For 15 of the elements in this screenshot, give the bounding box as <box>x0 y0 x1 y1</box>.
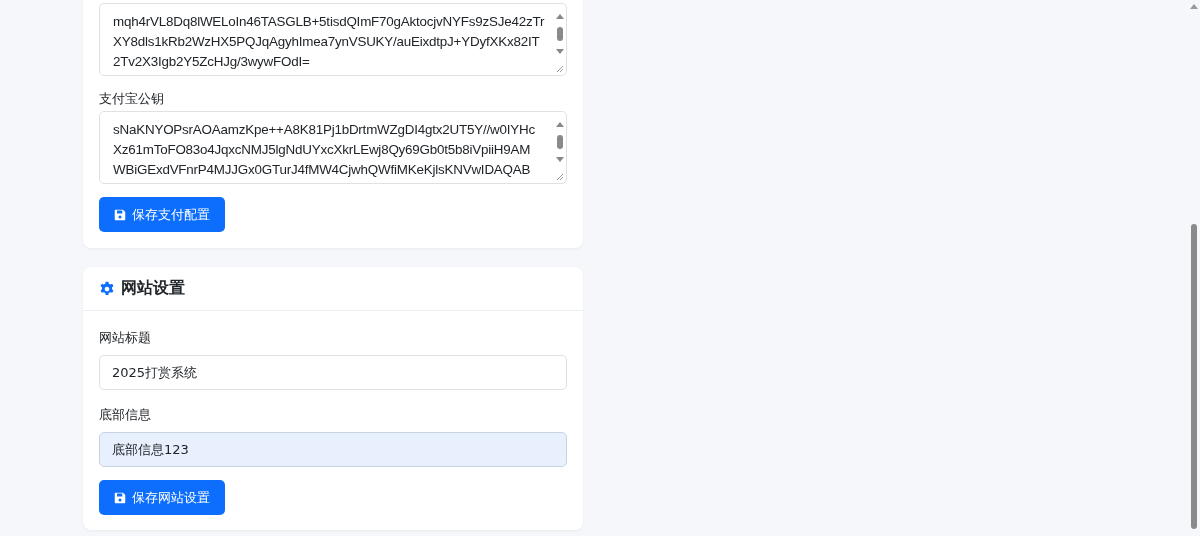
text-field[interactable]: 底部信息123 <box>99 432 567 467</box>
field-label: 网站标题 <box>99 329 151 347</box>
scrollbar-icon <box>556 14 564 54</box>
scrollbar-icon <box>556 122 564 162</box>
field-label: 底部信息 <box>99 406 151 424</box>
card-title: 网站设置 <box>121 278 185 299</box>
save-button[interactable]: 保存支付配置 <box>99 197 225 232</box>
save-button[interactable]: 保存网站设置 <box>99 480 225 515</box>
text-field[interactable]: 2025打赏系统 <box>99 355 567 390</box>
resize-grip-icon[interactable] <box>556 65 564 73</box>
textarea-field[interactable]: mqh4rVL8Dq8lWELoIn46TASGLB+5tisdQImF70gAktocjvNYFs9zSJe42zTr XY8dls1kRb2WzHX5PQJqAgyhImea7ynVSUKY/auEixdtpJ+YDyfXKx82IT 2Tv2X3Igb2Y5ZcHJg/3wywFOdI= <box>99 3 567 76</box>
field-label: 支付宝公钥 <box>99 90 164 108</box>
textarea-field[interactable]: sNaKNYOPsrAOAamzKpe++A8K81Pj1bDrtmWZgDI4gtx2UT5Y//w0IYHc Xz61mToFO83o4JqxcNMJ5lgNdUYxcXkrLEwj8Qy69Gb0t5b8iVpiiH9AM WBiGExdVFnrP4MJJGx0GTurJ4fMW4CjwhQWfiMKeKjlsKNVwIDAQAB <box>99 111 567 184</box>
gear-icon <box>99 280 115 297</box>
resize-grip-icon[interactable] <box>556 173 564 181</box>
